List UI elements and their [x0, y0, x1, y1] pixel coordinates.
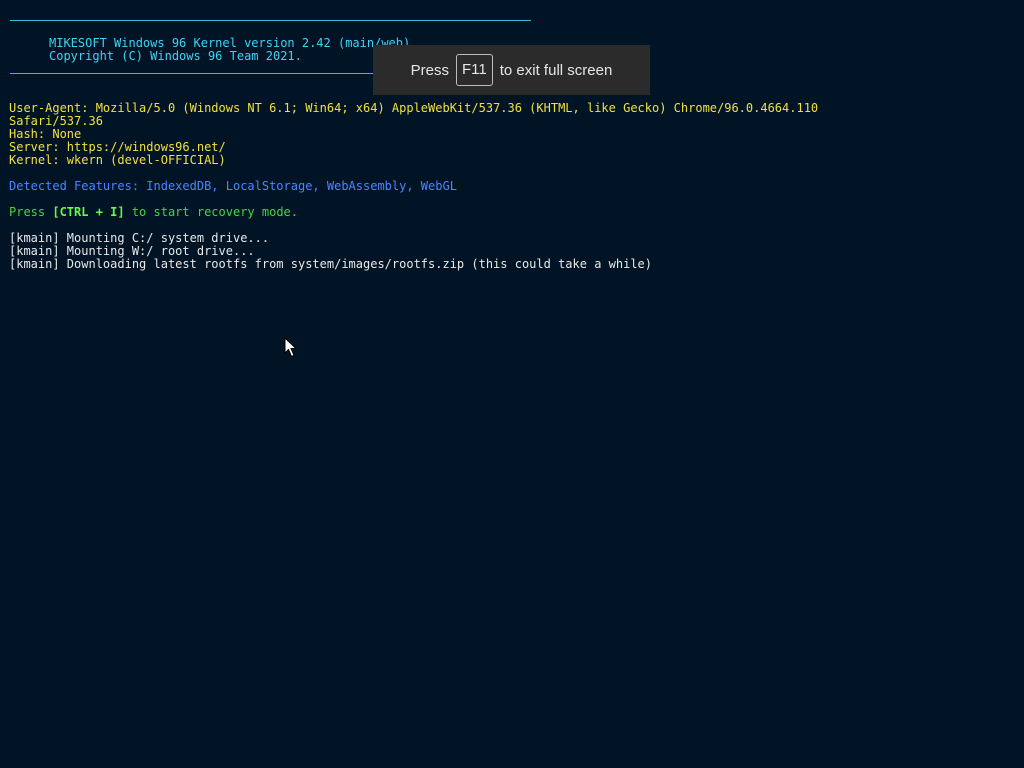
mouse-pointer-icon: [284, 337, 298, 358]
recovery-prefix: Press: [9, 205, 53, 219]
log-line-3: [kmain] Downloading latest rootfs from s…: [9, 257, 652, 271]
user-agent-line-1: User-Agent: Mozilla/5.0 (Windows NT 6.1;…: [9, 101, 819, 115]
recovery-mode-line: Press [CTRL + I] to start recovery mode.: [9, 206, 298, 219]
recovery-keys: [CTRL + I]: [52, 205, 125, 219]
terminal-screen: MIKESOFT Windows 96 Kernel version 2.42 …: [0, 0, 1024, 768]
toast-suffix: to exit full screen: [499, 61, 613, 79]
recovery-suffix: to start recovery mode.: [124, 205, 298, 219]
kernel-line: Kernel: wkern (devel-OFFICIAL): [9, 153, 226, 167]
f11-key: F11: [456, 54, 493, 86]
toast-prefix: Press: [410, 61, 450, 79]
detected-features-line: Detected Features: IndexedDB, LocalStora…: [9, 179, 457, 193]
banner-copyright: Copyright (C) Windows 96 Team 2021.: [49, 49, 302, 63]
banner-top-rule: [10, 20, 531, 21]
fullscreen-exit-toast: Press F11 to exit full screen: [373, 45, 650, 95]
